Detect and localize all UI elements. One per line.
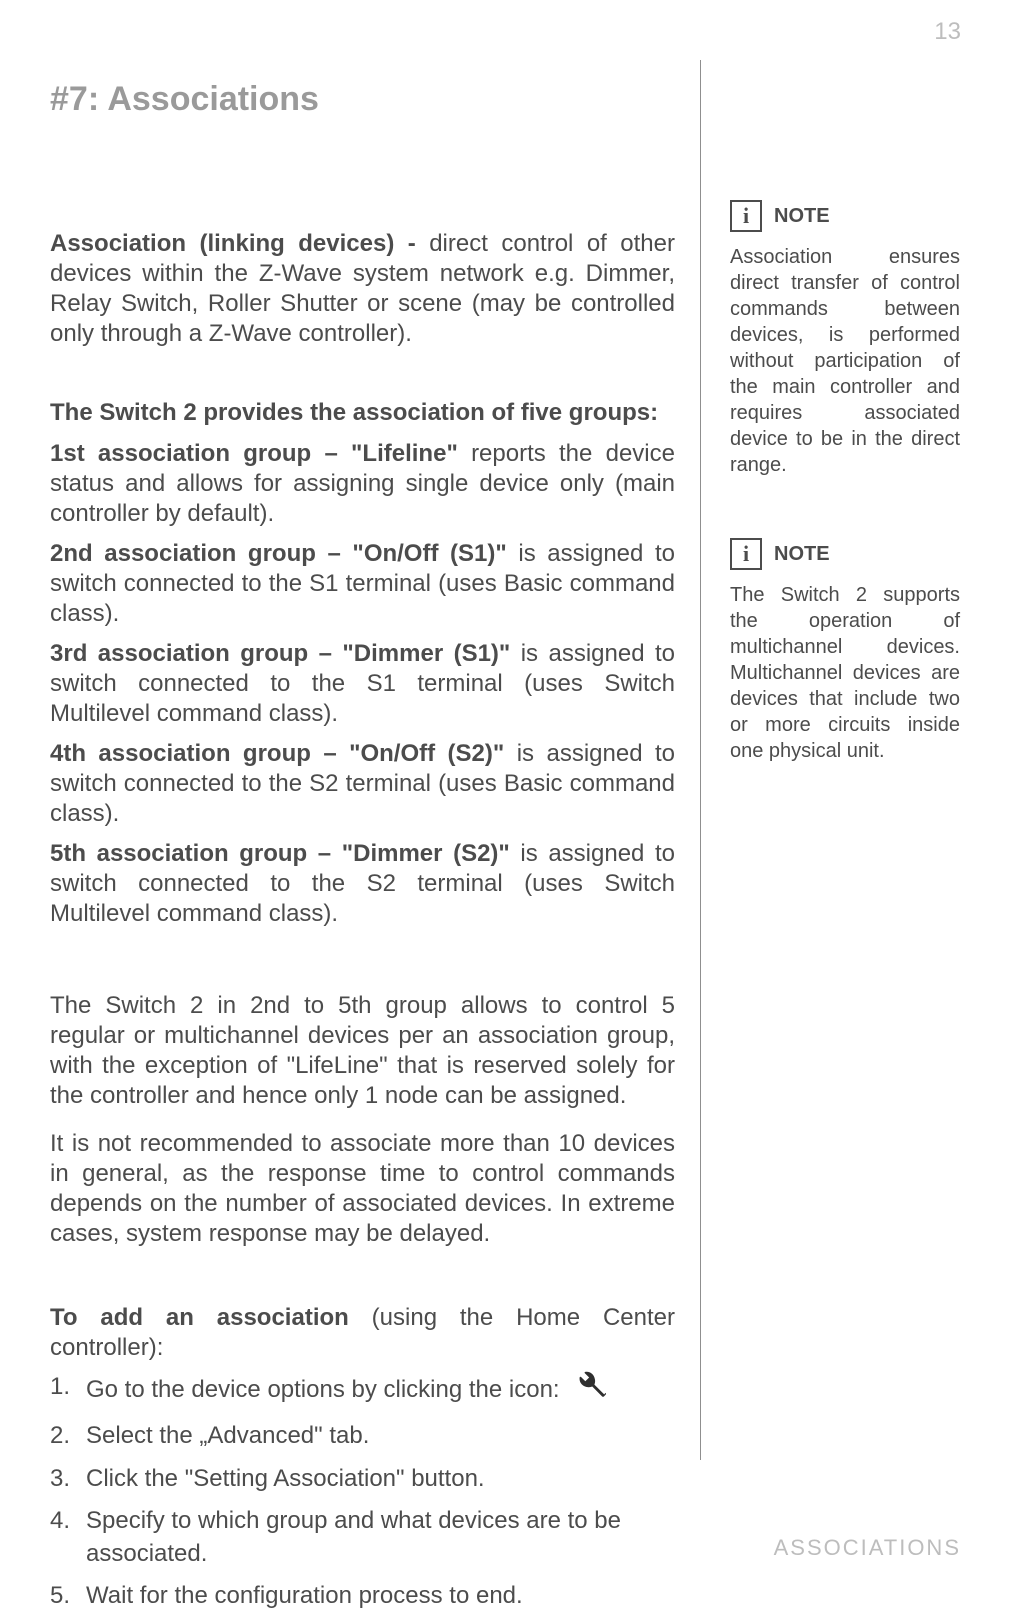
main-content: #7: Associations Association (linking de… [50,60,675,1622]
details-p1: The Switch 2 in 2nd to 5th group allows … [50,991,675,1111]
step-5: Wait for the configuration process to en… [50,1580,675,1612]
groups-heading: The Switch 2 provides the association of… [50,399,675,427]
step-4: Specify to which group and what devices … [50,1505,675,1570]
step-2: Select the „Advanced" tab. [50,1420,675,1452]
note-2-body: The Switch 2 supports the operation of m… [730,582,960,764]
info-icon: i [730,538,762,570]
note-1: i NOTE Association ensures direct transf… [730,200,960,478]
note-2-header: i NOTE [730,538,960,570]
step-3: Click the "Setting Association" button. [50,1463,675,1495]
intro-paragraph: Association (linking devices) - direct c… [50,229,675,349]
footer-label: ASSOCIATIONS [774,1535,961,1561]
group-2-bold: 2nd association group – "On/Off (S1)" [50,540,518,567]
step-1: Go to the device options by clicking the… [50,1371,675,1410]
group-3-bold: 3rd association group – "Dimmer (S1)" [50,640,521,667]
group-2: 2nd association group – "On/Off (S1)" is… [50,539,675,629]
step-5-text: Wait for the configuration process to en… [86,1582,523,1609]
details-p2: It is not recommended to associate more … [50,1129,675,1249]
step-1-text: Go to the device options by clicking the… [86,1376,560,1403]
group-5-bold: 5th association group – "Dimmer (S2)" [50,840,520,867]
info-icon: i [730,200,762,232]
page-number: 13 [934,18,961,46]
intro-bold: Association (linking devices) - [50,230,429,257]
section-title: #7: Associations [50,80,675,119]
sidebar: i NOTE Association ensures direct transf… [730,200,960,824]
step-2-text: Select the „Advanced" tab. [86,1422,369,1449]
group-4-bold: 4th association group – "On/Off (S2)" [50,740,517,767]
group-5: 5th association group – "Dimmer (S2)" is… [50,839,675,929]
group-1-bold: 1st association group – "Lifeline" [50,440,471,467]
wrench-icon [572,1367,606,1410]
step-4-text: Specify to which group and what devices … [86,1507,621,1566]
group-1: 1st association group – "Lifeline" repor… [50,439,675,529]
group-4: 4th association group – "On/Off (S2)" is… [50,739,675,829]
steps-list: Go to the device options by clicking the… [50,1371,675,1612]
vertical-divider [700,60,701,1460]
step-3-text: Click the "Setting Association" button. [86,1465,485,1492]
page: 13 #7: Associations Association (linking… [0,0,1021,1601]
note-1-body: Association ensures direct transfer of c… [730,244,960,478]
group-3: 3rd association group – "Dimmer (S1)" is… [50,639,675,729]
note-2-label: NOTE [774,543,830,566]
note-1-header: i NOTE [730,200,960,232]
note-2: i NOTE The Switch 2 supports the operati… [730,538,960,764]
note-1-label: NOTE [774,205,830,228]
add-association-heading: To add an association (using the Home Ce… [50,1303,675,1363]
add-assoc-bold: To add an association [50,1304,372,1331]
